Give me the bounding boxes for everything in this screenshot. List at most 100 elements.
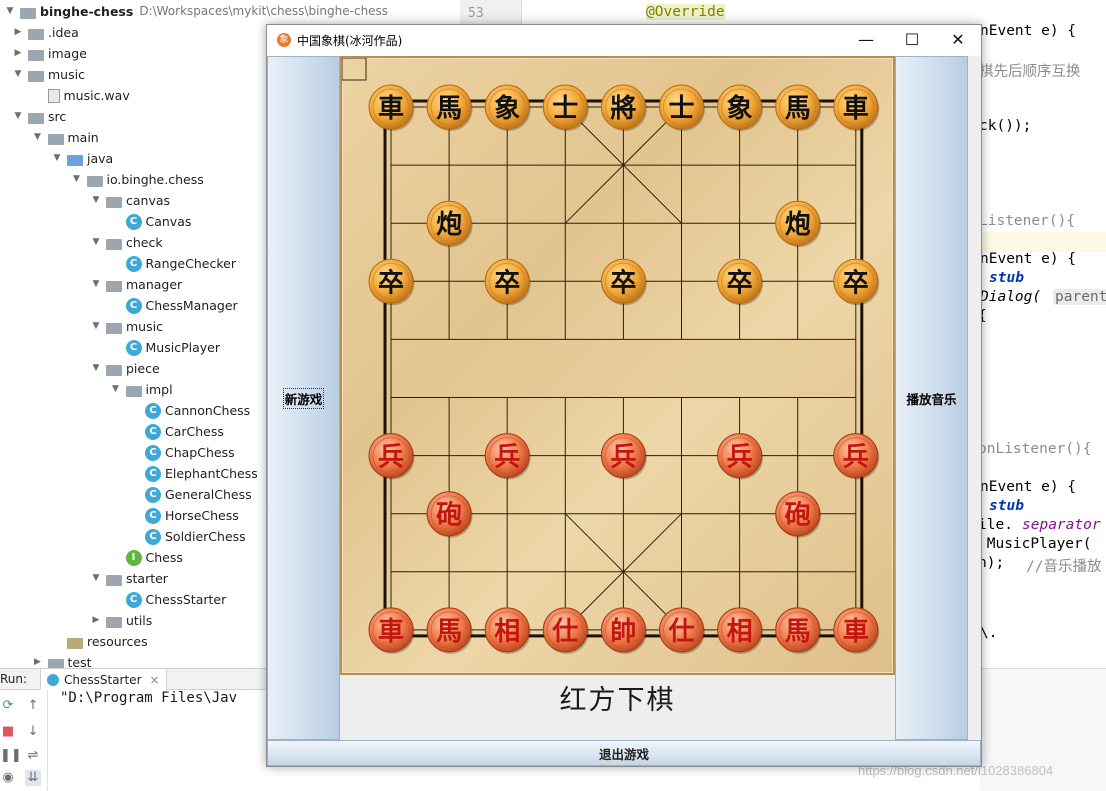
new-game-label: 新游戏	[282, 387, 325, 409]
chevron-down-icon[interactable]: ▼	[110, 379, 122, 400]
code-line: MusicPlayer(	[978, 536, 1092, 552]
tree-item[interactable]: ▼ java	[51, 148, 114, 169]
class-icon: C	[125, 213, 142, 230]
tree-item[interactable]: C MusicPlayer	[110, 337, 220, 358]
pause-icon[interactable]: ❚❚	[0, 748, 22, 764]
chevron-down-icon[interactable]: ▼	[51, 148, 63, 169]
tree-item[interactable]: C CarChess	[129, 421, 224, 442]
rerun-icon[interactable]: ⟳	[0, 698, 16, 714]
chevron-right-icon[interactable]: ▶	[12, 22, 24, 43]
new-game-button[interactable]: 新游戏	[267, 56, 340, 740]
tree-item[interactable]: ▼ src	[12, 106, 67, 127]
tree-item[interactable]: ▼ main	[32, 127, 99, 148]
tree-item-label: main	[67, 130, 99, 145]
folder-icon	[106, 364, 122, 376]
run-tab-label: ChessStarter	[64, 672, 142, 687]
folder-icon	[106, 616, 122, 628]
tree-item[interactable]: ▶ utils	[90, 610, 153, 631]
tree-item[interactable]: C HorseChess	[129, 505, 239, 526]
chevron-down-icon[interactable]: ▼	[90, 568, 102, 589]
chevron-right-icon[interactable]: ▶	[90, 610, 102, 631]
tree-item[interactable]: C ChessManager	[110, 295, 238, 316]
tree-item-label: ElephantChess	[165, 466, 258, 481]
tree-item[interactable]: ▼ music	[90, 316, 163, 337]
black-piece-label: 卒	[727, 267, 753, 298]
source-folder-icon	[67, 154, 83, 166]
chevron-down-icon[interactable]: ▼	[90, 274, 102, 295]
tree-item-label: Chess	[145, 550, 183, 565]
tree-item[interactable]: C ChessStarter	[110, 589, 226, 610]
chevron-down-icon[interactable]: ▼	[32, 127, 44, 148]
red-piece-label: 兵	[494, 443, 520, 473]
tree-item[interactable]: ▼ impl	[110, 379, 173, 400]
exit-game-button[interactable]: 退出游戏	[267, 740, 981, 766]
console-output: "D:\Program Files\Jav	[60, 690, 238, 706]
chevron-down-icon[interactable]: ▼	[12, 106, 24, 127]
chevron-down-icon[interactable]: ▼	[12, 64, 24, 85]
tree-item[interactable]: ▶ test	[32, 652, 92, 668]
folder-icon	[47, 658, 64, 668]
tree-item[interactable]: ▼ io.binghe.chess	[71, 169, 204, 190]
chevron-down-icon[interactable]: ▼	[90, 358, 102, 379]
black-piece-label: 車	[843, 94, 869, 124]
project-root[interactable]: ▼ binghe-chess D:\Workspaces\mykit\chess…	[4, 1, 389, 22]
tree-item[interactable]: ▼ starter	[90, 568, 168, 589]
run-label: Run:	[0, 672, 28, 686]
close-icon[interactable]: ×	[150, 673, 160, 687]
chevron-down-icon[interactable]: ▼	[4, 1, 16, 22]
chevron-right-icon[interactable]: ▶	[32, 652, 44, 668]
red-piece-label: 兵	[610, 443, 636, 473]
tree-item[interactable]: music.wav	[32, 85, 130, 106]
window-titlebar[interactable]: 象 中国象棋(冰河作品) — ☐ ✕	[267, 25, 981, 56]
tree-item[interactable]: ▼ canvas	[90, 190, 171, 211]
minimize-button[interactable]: —	[843, 25, 889, 55]
soft-wrap-icon[interactable]: ⇌	[25, 748, 41, 764]
tree-item[interactable]: I Chess	[110, 547, 183, 568]
status-panel: 红方下棋	[340, 675, 895, 740]
tree-item[interactable]: C RangeChecker	[110, 253, 236, 274]
tree-item[interactable]: ▶ image	[12, 43, 87, 64]
black-piece-label: 卒	[843, 267, 869, 298]
arrow-up-icon[interactable]: ↑	[25, 698, 41, 714]
tree-item[interactable]: ▼ music	[12, 64, 85, 85]
chess-board[interactable]: 車馬象士將士象馬車炮炮卒卒卒卒卒兵兵兵兵兵砲砲車馬相仕帥仕相馬車	[340, 56, 895, 675]
tree-item-label: image	[48, 46, 87, 61]
red-piece-label: 馬	[436, 617, 462, 647]
black-piece-label: 炮	[436, 209, 462, 240]
chevron-down-icon[interactable]: ▼	[71, 169, 83, 190]
arrow-down-icon[interactable]: ↓	[25, 724, 41, 740]
board-canvas[interactable]: 車馬象士將士象馬車炮 炮卒卒卒卒卒兵兵兵兵兵砲 砲車馬相仕帥仕相馬車	[342, 58, 893, 673]
chevron-down-icon[interactable]: ▼	[90, 316, 102, 337]
tree-item[interactable]: ▼ manager	[90, 274, 183, 295]
tree-item-label: music	[126, 319, 163, 334]
tree-item[interactable]: C GeneralChess	[129, 484, 252, 505]
folder-icon	[28, 70, 44, 82]
chevron-down-icon[interactable]: ▼	[90, 190, 102, 211]
black-piece-label: 士	[552, 94, 578, 124]
black-piece-label: 馬	[785, 94, 811, 124]
play-music-button[interactable]: 播放音乐	[895, 56, 968, 740]
window-title: 中国象棋(冰河作品)	[297, 34, 403, 48]
chevron-right-icon[interactable]: ▶	[12, 43, 24, 64]
tree-item[interactable]: C CannonChess	[129, 400, 250, 421]
tab-chessstarter[interactable]: ChessStarter ×	[40, 669, 167, 690]
tree-item[interactable]: C SoldierChess	[129, 526, 246, 547]
camera-icon[interactable]: ◉	[0, 770, 16, 786]
black-piece-label: 卒	[610, 267, 636, 298]
maximize-button[interactable]: ☐	[889, 25, 935, 55]
code-line: Listener(){	[979, 213, 1076, 229]
tree-item[interactable]: C ChapChess	[129, 442, 235, 463]
tree-item[interactable]: ▼ piece	[90, 358, 160, 379]
tree-item[interactable]: C Canvas	[110, 211, 191, 232]
tree-item[interactable]: C ElephantChess	[129, 463, 258, 484]
tree-item[interactable]: ▼ check	[90, 232, 163, 253]
black-piece-label: 馬	[436, 94, 462, 124]
close-button[interactable]: ✕	[935, 25, 981, 55]
code-line: stub	[989, 498, 1024, 514]
chevron-down-icon[interactable]: ▼	[90, 232, 102, 253]
black-piece-label: 炮	[785, 209, 811, 240]
scroll-to-end-icon[interactable]: ⇊	[25, 770, 41, 786]
tree-item[interactable]: ▶ .idea	[12, 22, 79, 43]
tree-item[interactable]: resources	[51, 631, 148, 652]
stop-icon[interactable]: ■	[0, 724, 16, 740]
